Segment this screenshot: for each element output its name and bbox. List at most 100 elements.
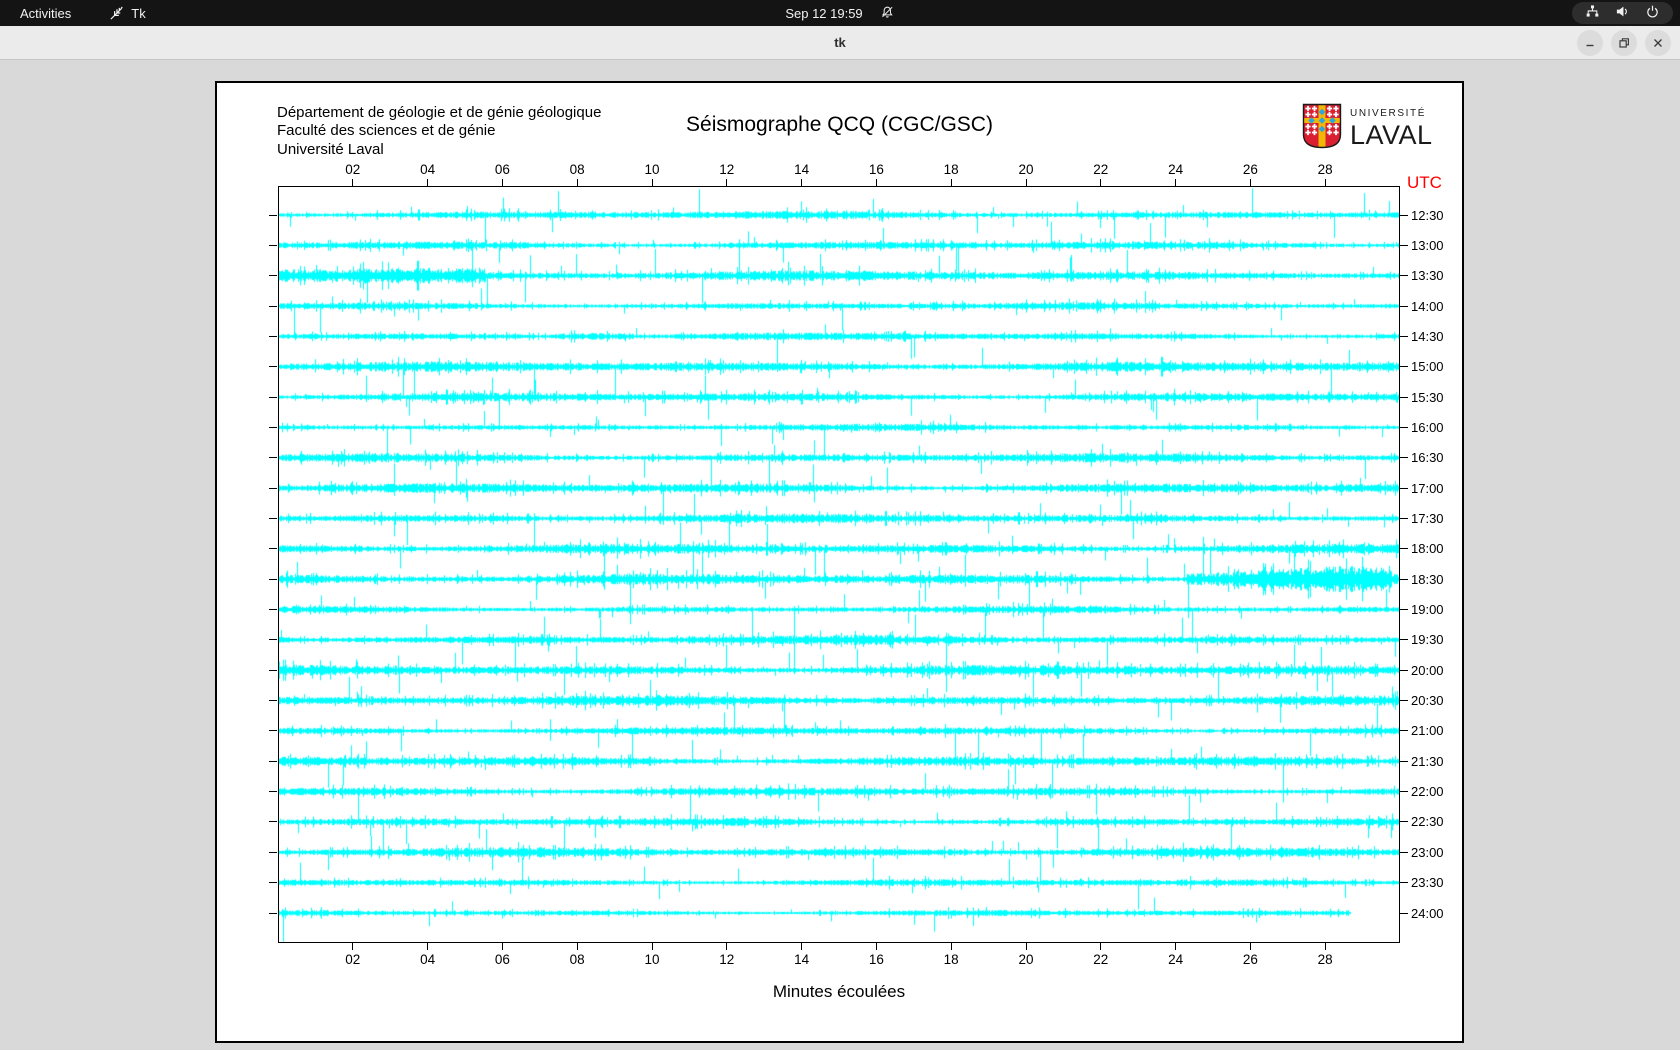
x-tick-label-top: 24 xyxy=(1168,162,1184,177)
system-status-area[interactable] xyxy=(1572,2,1673,24)
x-tick-label-top: 06 xyxy=(494,162,510,177)
utc-row-label: 23:00 xyxy=(1411,844,1444,860)
x-tick-label-bottom: 20 xyxy=(1018,952,1034,967)
laval-wordmark-top: UNIVERSITÉ xyxy=(1350,107,1427,119)
x-tick-top xyxy=(501,179,503,186)
x-tick-label-top: 08 xyxy=(569,162,585,177)
x-tick-label-bottom: 12 xyxy=(719,952,735,967)
utc-row-label: 13:00 xyxy=(1411,237,1444,253)
row-tick-right xyxy=(1400,851,1408,853)
utc-label: UTC xyxy=(1407,173,1442,192)
x-tick-top xyxy=(1025,179,1027,186)
row-tick-left xyxy=(269,821,277,823)
gnome-topbar: Activities Tk Sep 12 19:59 xyxy=(0,0,1680,26)
utc-row-label: 16:00 xyxy=(1411,419,1444,435)
x-tick-label-bottom: 16 xyxy=(868,952,884,967)
x-tick-bottom xyxy=(1100,943,1102,950)
utc-row-label: 22:00 xyxy=(1411,784,1444,800)
clock-menu[interactable]: Sep 12 19:59 xyxy=(785,0,894,26)
power-icon xyxy=(1645,4,1660,22)
utc-row-label: 22:30 xyxy=(1411,814,1444,830)
x-tick-top xyxy=(352,179,354,186)
row-tick-right xyxy=(1400,366,1408,368)
row-tick-left xyxy=(269,426,277,428)
utc-row-label: 18:00 xyxy=(1411,541,1444,557)
utc-row-label: 15:00 xyxy=(1411,359,1444,375)
utc-row-label: 19:00 xyxy=(1411,602,1444,618)
minimize-button[interactable] xyxy=(1577,30,1603,56)
utc-row-label: 12:30 xyxy=(1411,207,1444,223)
utc-row-label: 23:30 xyxy=(1411,875,1444,891)
x-tick-label-bottom: 04 xyxy=(420,952,436,967)
row-tick-right xyxy=(1400,517,1408,519)
x-tick-label-top: 18 xyxy=(943,162,959,177)
window-title: tk xyxy=(834,35,846,50)
x-tick-label-top: 16 xyxy=(868,162,884,177)
clock-label: Sep 12 19:59 xyxy=(785,5,863,21)
seismograph-canvas: Département de géologie et de génie géol… xyxy=(215,81,1464,1043)
maximize-button[interactable] xyxy=(1611,30,1637,56)
row-tick-right xyxy=(1400,760,1408,762)
chart-title: Séismographe QCQ (CGC/GSC) xyxy=(686,113,993,136)
close-button[interactable] xyxy=(1645,30,1671,56)
x-tick-label-top: 04 xyxy=(420,162,436,177)
x-tick-bottom xyxy=(950,943,952,950)
plot-frame xyxy=(278,186,1400,943)
x-axis-title: Minutes écoulées xyxy=(772,982,906,1001)
utc-row-label: 14:30 xyxy=(1411,328,1444,344)
x-tick-label-top: 14 xyxy=(794,162,810,177)
topbar-right xyxy=(1572,2,1673,24)
row-tick-left xyxy=(269,912,277,914)
focused-app-menu[interactable]: Tk xyxy=(109,5,146,21)
row-tick-left xyxy=(269,730,277,732)
x-tick-label-bottom: 10 xyxy=(644,952,660,967)
x-tick-label-top: 26 xyxy=(1242,162,1258,177)
utc-row-label: 21:00 xyxy=(1411,723,1444,739)
row-tick-right xyxy=(1400,639,1408,641)
row-tick-left xyxy=(269,335,277,337)
x-tick-label-bottom: 02 xyxy=(345,952,361,967)
row-tick-left xyxy=(269,791,277,793)
row-tick-right xyxy=(1400,609,1408,611)
laval-crest-icon xyxy=(1302,103,1342,154)
row-tick-right xyxy=(1400,669,1408,671)
volume-icon xyxy=(1615,4,1630,22)
row-tick-right xyxy=(1400,882,1408,884)
x-tick-bottom xyxy=(501,943,503,950)
x-tick-bottom xyxy=(875,943,877,950)
row-tick-right xyxy=(1400,335,1408,337)
wired-network-icon xyxy=(1585,4,1600,22)
row-tick-right xyxy=(1400,791,1408,793)
x-tick-top xyxy=(1249,179,1251,186)
row-tick-left xyxy=(269,214,277,216)
utc-row-label: 21:30 xyxy=(1411,753,1444,769)
row-tick-right xyxy=(1400,244,1408,246)
x-tick-top xyxy=(576,179,578,186)
x-tick-label-top: 20 xyxy=(1018,162,1034,177)
utc-row-label: 17:30 xyxy=(1411,510,1444,526)
row-tick-right xyxy=(1400,548,1408,550)
row-tick-right xyxy=(1400,275,1408,277)
window-titlebar[interactable]: tk xyxy=(0,26,1680,60)
x-tick-top xyxy=(801,179,803,186)
activities-button[interactable]: Activities xyxy=(0,0,91,26)
x-tick-label-bottom: 18 xyxy=(943,952,959,967)
row-tick-left xyxy=(269,396,277,398)
utc-row-label: 20:30 xyxy=(1411,693,1444,709)
utc-row-label: 17:00 xyxy=(1411,480,1444,496)
utc-row-label: 14:00 xyxy=(1411,298,1444,314)
x-tick-label-top: 28 xyxy=(1317,162,1333,177)
x-tick-top xyxy=(875,179,877,186)
row-tick-right xyxy=(1400,730,1408,732)
x-tick-bottom xyxy=(352,943,354,950)
row-tick-right xyxy=(1400,426,1408,428)
utc-row-label: 19:30 xyxy=(1411,632,1444,648)
row-tick-right xyxy=(1400,578,1408,580)
x-tick-label-top: 22 xyxy=(1093,162,1109,177)
x-tick-bottom xyxy=(1175,943,1177,950)
x-tick-top xyxy=(651,179,653,186)
focused-app-label: Tk xyxy=(131,5,146,21)
row-tick-left xyxy=(269,305,277,307)
row-tick-right xyxy=(1400,214,1408,216)
row-tick-left xyxy=(269,244,277,246)
